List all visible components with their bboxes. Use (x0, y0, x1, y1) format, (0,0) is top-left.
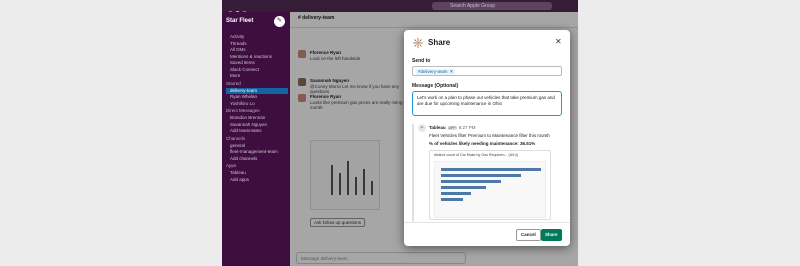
sidebar: Star Fleet ✎ Activity Threads All DMs Me… (222, 12, 290, 266)
preview-sender: Tableau APP 6:27 PM (429, 125, 475, 130)
message-label: Message (Optional) (412, 83, 459, 89)
sender-name: Tableau (429, 125, 446, 130)
recipient-name: #delivery-team (418, 68, 448, 74)
preview-chart-title: distinct count of Car Make by Gas Requir… (434, 153, 518, 157)
preview-chart: distinct count of Car Make by Gas Requir… (429, 150, 551, 220)
apps-section-header[interactable]: Apps (226, 162, 288, 170)
compose-icon[interactable]: ✎ (274, 16, 285, 27)
sidebar-nav: Activity Threads All DMs Mentions & reac… (226, 34, 288, 183)
remove-recipient-icon[interactable]: ✕ (450, 69, 454, 74)
share-dialog: Share ✕ Send to #delivery-team ✕ Message … (404, 30, 570, 246)
workspace-name[interactable]: Star Fleet (226, 18, 253, 24)
starred-section-header[interactable]: Starred (226, 80, 288, 88)
preview-chart-image (434, 161, 546, 218)
tableau-app-icon: ✦ (418, 124, 426, 132)
title-bar: Search Apple Group (222, 0, 578, 16)
share-preview: ✦ Tableau APP 6:27 PM Fleet Vehicles filte… (412, 124, 562, 222)
dialog-footer: Cancel Share (404, 222, 570, 246)
app-badge: APP (447, 126, 457, 130)
recipient-chip[interactable]: #delivery-team ✕ (416, 68, 456, 75)
send-to-label: Send to (412, 58, 431, 64)
preview-metric: % of vehicles likely needing maintenance… (429, 141, 536, 146)
send-to-field[interactable]: #delivery-team ✕ (412, 66, 562, 76)
channels-section-header[interactable]: Channels (226, 135, 288, 143)
dialog-title: Share (428, 38, 451, 47)
cancel-button[interactable]: Cancel (516, 229, 541, 241)
share-button[interactable]: Share (541, 229, 562, 241)
sidebar-item-add-apps[interactable]: Add apps (226, 177, 288, 184)
message-input[interactable]: Let's work on a plan to phase out vehicl… (412, 91, 562, 116)
preview-subtitle: Fleet Vehicles filter Premium to Mainten… (429, 133, 550, 138)
tableau-logo-icon (413, 38, 423, 48)
preview-time: 6:27 PM (458, 125, 476, 130)
search-input[interactable]: Search Apple Group (432, 2, 552, 10)
chart-thumbnail (441, 168, 541, 201)
close-icon[interactable]: ✕ (555, 37, 562, 46)
dm-section-header[interactable]: Direct Messages (226, 107, 288, 115)
